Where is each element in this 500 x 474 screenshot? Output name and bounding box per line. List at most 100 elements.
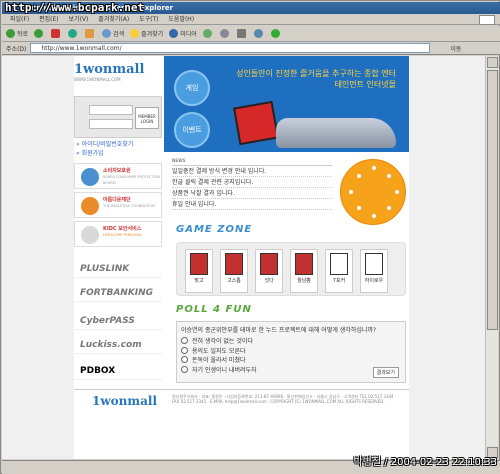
menu-favorites[interactable]: 즐겨찾기(A) xyxy=(98,16,129,23)
game-wolnam[interactable]: 월남뽕 xyxy=(290,249,318,293)
poll-submit-button[interactable]: 결과보기 xyxy=(372,367,399,378)
consumer-board-link[interactable]: 소비자보호원 KOREA CONSUMER PROTECTION BOARD xyxy=(74,163,162,189)
poll-question: 이승연의 종군위안부를 테마로 한 누드 프로젝트에 대해 어떻게 생각하십니까… xyxy=(181,327,377,334)
stop-button[interactable] xyxy=(51,29,62,38)
game-7poker[interactable]: 7포커 xyxy=(325,249,353,293)
news-item[interactable]: 한글 클릭 결제 관련 공지입니다. xyxy=(172,177,332,188)
search-icon xyxy=(102,29,112,38)
footer-text: 원신원주식회사 · 대표: 홍원주 · 사업자등록번호: 211-87-4099… xyxy=(172,394,397,404)
partner-luckiss[interactable]: Luckiss.com xyxy=(74,336,162,354)
poll-box: 이승연의 종군위안부를 테마로 한 누드 프로젝트에 대해 어떻게 생각하십니까… xyxy=(176,321,406,383)
game-zone-title: GAME ZONE xyxy=(176,224,253,235)
site-logo[interactable]: 1wonmall WWW.1WONMALL.COM xyxy=(74,62,164,90)
menu-help[interactable]: 도움말(H) xyxy=(168,16,194,23)
menu-bar: 파일(F) 편집(E) 보기(V) 즐겨찾기(A) 도구(T) 도움말(H) xyxy=(2,14,500,25)
windows-logo-icon xyxy=(479,15,495,25)
partner-cyberpass[interactable]: CyberPASS xyxy=(74,312,162,330)
dot xyxy=(395,190,399,194)
back-button[interactable]: 뒤로 xyxy=(6,29,28,38)
game-gostop[interactable]: 고스톱 xyxy=(220,249,248,293)
footer-logo[interactable]: 1wonmall xyxy=(92,394,157,408)
footer: 1wonmall 원신원주식회사 · 대표: 홍원주 · 사업자등록번호: 21… xyxy=(74,389,409,423)
game-card-icon xyxy=(330,253,348,275)
menu-file[interactable]: 파일(F) xyxy=(10,16,29,23)
kidc-security-link[interactable]: KIDC 보안서비스 LIFESCORE PERSONAL xyxy=(74,221,162,247)
game-card-icon xyxy=(295,253,313,275)
messenger-icon xyxy=(270,29,280,38)
address-bar: 주소(D) http://www.1wonmall.com/ 이동 xyxy=(2,42,500,55)
game-card-icon xyxy=(365,253,383,275)
stop-icon xyxy=(51,29,61,38)
mail-button[interactable] xyxy=(219,29,231,38)
poll-option[interactable]: 전혀 생각이 없는 것이다 xyxy=(181,337,401,347)
security-icon xyxy=(81,226,99,244)
news-section: NEWS 일일충전 결제 방식 변경 안내 입니다. 한글 클릭 결제 관련 공… xyxy=(172,158,332,210)
login-links: » 아이디/비밀번호찾기 » 회원가입 xyxy=(76,140,133,158)
home-button[interactable] xyxy=(85,29,96,38)
history-button[interactable] xyxy=(202,29,214,38)
partner-fortbanking[interactable]: FORTBANKING xyxy=(74,284,162,302)
address-input[interactable]: http://www.1wonmall.com/ xyxy=(30,43,431,53)
banner-slogan: 성인들만이 진정한 즐거움을 추구하는 종합 엔터테인먼트 인터넷몰 xyxy=(236,69,396,89)
poll-option[interactable]: 돈독이 올라서 미쳤다 xyxy=(181,356,401,366)
foundation-icon xyxy=(81,197,99,215)
nav-event-button[interactable]: 이벤트 xyxy=(174,112,210,148)
web-page: 1wonmall WWW.1WONMALL.COM MEMBER LOGIN »… xyxy=(2,56,486,459)
consumer-icon xyxy=(81,168,99,186)
dot xyxy=(349,190,353,194)
forward-button[interactable] xyxy=(34,29,45,38)
print-icon xyxy=(236,29,246,38)
history-icon xyxy=(202,29,212,38)
game-card-icon xyxy=(260,253,278,275)
dot xyxy=(372,166,376,170)
star-icon xyxy=(130,29,140,38)
join-link[interactable]: » 회원가입 xyxy=(76,149,133,158)
password-input[interactable] xyxy=(89,119,133,129)
beautiful-foundation-link[interactable]: 아름다운재단 THE BEAUTIFUL FOUNDATION xyxy=(74,192,162,218)
login-button[interactable]: MEMBER LOGIN xyxy=(135,107,159,129)
partner-pluslink[interactable]: PLUSLINK xyxy=(74,260,162,278)
game-hilow[interactable]: 하이로우 xyxy=(360,249,388,293)
messenger-button[interactable] xyxy=(270,29,282,38)
find-id-link[interactable]: » 아이디/비밀번호찾기 xyxy=(76,140,133,149)
scroll-thumb[interactable] xyxy=(487,70,498,330)
refresh-button[interactable] xyxy=(68,29,79,38)
dot xyxy=(357,206,361,210)
scroll-up-button[interactable] xyxy=(487,57,498,68)
toolbar: 뒤로 검색 즐겨찾기 미디어 xyxy=(2,26,500,42)
vertical-scrollbar[interactable] xyxy=(485,56,498,459)
edit-icon xyxy=(253,29,263,38)
menu-view[interactable]: 보기(V) xyxy=(69,16,89,23)
media-button[interactable]: 미디어 xyxy=(169,29,197,38)
game-card-icon xyxy=(225,253,243,275)
favorites-button[interactable]: 즐겨찾기 xyxy=(130,29,163,38)
poll-option[interactable]: 자기 인생이니 내버려두자 xyxy=(181,366,401,376)
news-item[interactable]: 휴일 안내 입니다. xyxy=(172,199,332,210)
news-item[interactable]: 상품권 낙찰 결과 입니다. xyxy=(172,188,332,199)
nav-game-button[interactable]: 게임 xyxy=(174,70,210,106)
menu-tools[interactable]: 도구(T) xyxy=(139,16,158,23)
forward-arrow-icon xyxy=(34,29,44,38)
orange-circle-decoration xyxy=(340,159,406,225)
main-banner: 게임 이벤트 성인들만이 진정한 즐거움을 추구하는 종합 엔터테인먼트 인터넷… xyxy=(164,56,409,152)
dot xyxy=(387,174,391,178)
menu-edit[interactable]: 편집(E) xyxy=(39,16,59,23)
game-seotda[interactable]: 섯다 xyxy=(255,249,283,293)
timestamp-watermark: 박병철 / 2004-02-23 22:10:33 xyxy=(353,457,497,468)
print-button[interactable] xyxy=(236,29,248,38)
id-input[interactable] xyxy=(89,105,133,115)
news-header: NEWS xyxy=(172,158,332,166)
go-button[interactable]: 이동 xyxy=(450,44,461,53)
edit-button[interactable] xyxy=(253,29,265,38)
playing-cards-image xyxy=(233,100,279,146)
game-matgo[interactable]: 맞고 xyxy=(185,249,213,293)
news-item[interactable]: 일일충전 결제 방식 변경 안내 입니다. xyxy=(172,166,332,177)
address-label: 주소(D) xyxy=(6,45,27,53)
partner-pdbox[interactable]: PDBOX xyxy=(74,362,162,380)
game-list: 맞고 고스톱 섯다 월남뽕 7포커 하이로우 xyxy=(176,242,406,296)
search-button[interactable]: 검색 xyxy=(102,29,124,38)
mail-icon xyxy=(219,29,229,38)
back-arrow-icon xyxy=(6,29,15,38)
poll-option[interactable]: 용의도 일지도 모른다 xyxy=(181,347,401,357)
home-icon xyxy=(85,29,95,38)
